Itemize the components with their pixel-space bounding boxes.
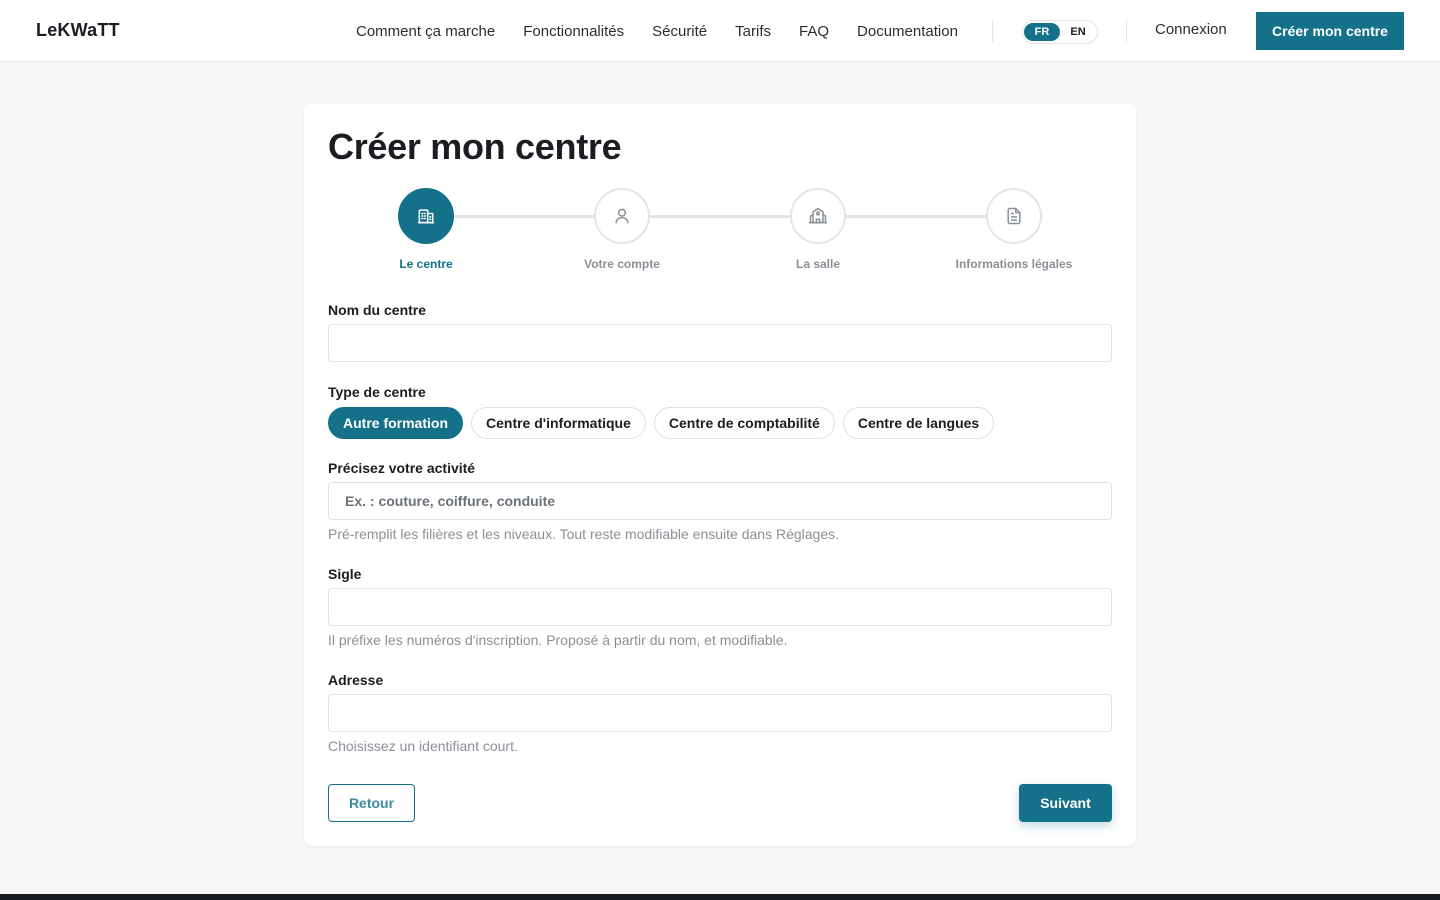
nav-divider	[1126, 20, 1127, 42]
lang-fr-button[interactable]: FR	[1024, 23, 1060, 41]
stepper: Le centre Votre compte La salle Informat…	[328, 188, 1112, 278]
nav-link-tarifs[interactable]: Tarifs	[735, 23, 771, 40]
step-le-centre[interactable]: Le centre	[328, 188, 524, 271]
address-hint: Choisissez un identifiant court.	[328, 738, 518, 754]
acronym-hint: Il préfixe les numéros d'inscription. Pr…	[328, 632, 788, 648]
step-circle	[986, 188, 1042, 244]
language-switch: FR EN	[1022, 20, 1098, 44]
step-votre-compte[interactable]: Votre compte	[524, 188, 720, 271]
nav-divider	[992, 20, 993, 42]
step-circle	[398, 188, 454, 244]
login-link[interactable]: Connexion	[1155, 21, 1227, 38]
building-icon	[416, 206, 436, 226]
center-type-label: Type de centre	[328, 384, 426, 400]
create-center-button[interactable]: Créer mon centre	[1256, 12, 1404, 50]
footer-edge	[0, 894, 1440, 900]
activity-input[interactable]	[328, 482, 1112, 520]
center-name-input[interactable]	[328, 324, 1112, 362]
step-label: La salle	[795, 257, 841, 271]
step-informations-legales[interactable]: Informations légales	[916, 188, 1112, 271]
main-nav: Comment ça marche Fonctionnalités Sécuri…	[356, 0, 958, 62]
step-label: Votre compte	[584, 257, 660, 271]
signup-card: Créer mon centre Le centre Votre compte …	[304, 104, 1136, 846]
lang-en-button[interactable]: EN	[1060, 23, 1096, 41]
address-input[interactable]	[328, 694, 1112, 732]
user-icon	[612, 206, 632, 226]
next-button[interactable]: Suivant	[1019, 784, 1112, 822]
school-icon	[808, 206, 828, 226]
chip-autre-formation[interactable]: Autre formation	[328, 407, 463, 439]
step-label: Le centre	[399, 257, 453, 271]
back-button[interactable]: Retour	[328, 784, 415, 822]
chip-centre-comptabilite[interactable]: Centre de comptabilité	[653, 407, 835, 439]
nav-link-securite[interactable]: Sécurité	[652, 23, 707, 40]
step-circle	[790, 188, 846, 244]
step-circle	[594, 188, 650, 244]
nav-link-fonctionnalites[interactable]: Fonctionnalités	[523, 23, 624, 40]
activity-label: Précisez votre activité	[328, 460, 476, 476]
address-label: Adresse	[328, 672, 384, 688]
step-label: Informations légales	[955, 257, 1073, 271]
acronym-label: Sigle	[328, 566, 362, 582]
center-name-label: Nom du centre	[328, 302, 427, 318]
page-title: Créer mon centre	[328, 126, 622, 167]
top-header: LeKWaTT Comment ça marche Fonctionnalité…	[0, 0, 1440, 62]
center-type-chips: Autre formation Centre d'informatique Ce…	[328, 407, 995, 439]
nav-link-comment-ca-marche[interactable]: Comment ça marche	[356, 23, 495, 40]
logo[interactable]: LeKWaTT	[36, 20, 120, 41]
document-icon	[1004, 206, 1024, 226]
chip-centre-langues[interactable]: Centre de langues	[842, 407, 995, 439]
chip-centre-informatique[interactable]: Centre d'informatique	[471, 407, 646, 439]
nav-link-documentation[interactable]: Documentation	[857, 23, 958, 40]
activity-hint: Pré-remplit les filières et les niveaux.…	[328, 526, 839, 542]
acronym-input[interactable]	[328, 588, 1112, 626]
step-la-salle[interactable]: La salle	[720, 188, 916, 271]
nav-link-faq[interactable]: FAQ	[799, 23, 829, 40]
